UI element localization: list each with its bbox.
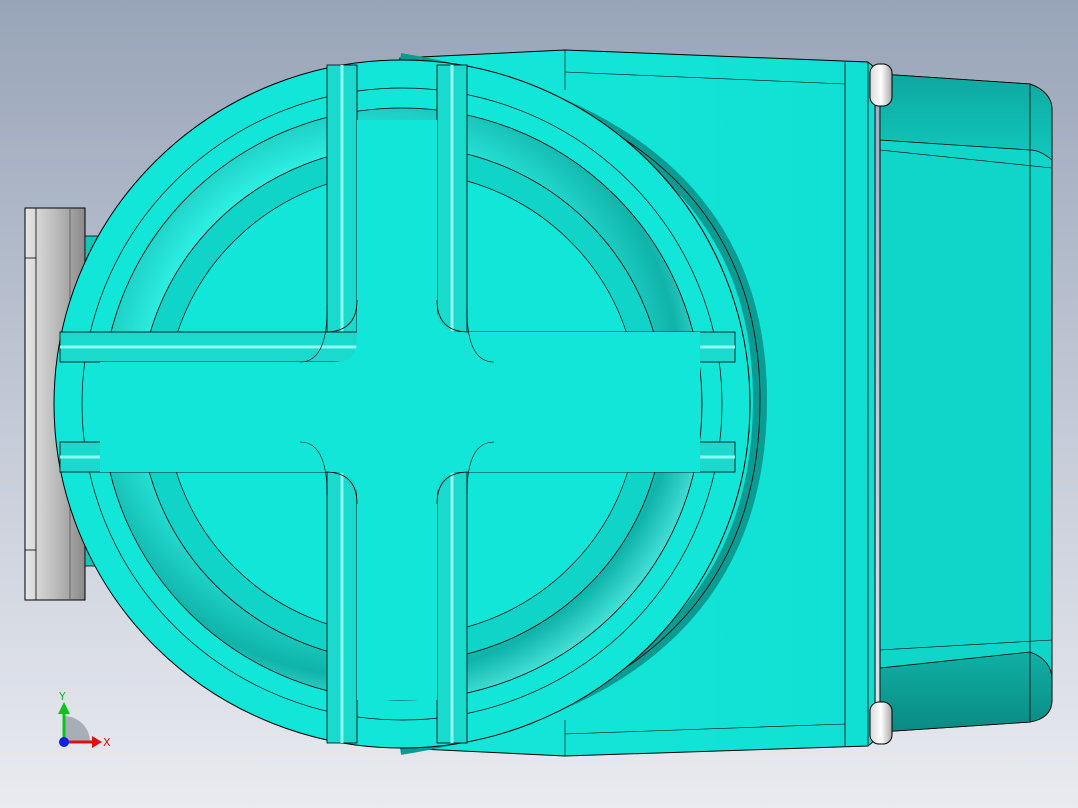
y-axis-arrow [58,702,70,714]
cad-model[interactable]: Y X [0,0,1078,808]
cad-viewport[interactable]: Y X [0,0,1078,808]
x-axis-label: X [103,736,111,749]
coordinate-triad: Y X [58,690,111,749]
bolt-top[interactable] [869,63,893,107]
bolt-bottom[interactable] [869,701,893,745]
y-axis-label: Y [58,690,66,703]
x-axis-arrow [92,736,102,748]
z-axis-dot [59,737,69,747]
